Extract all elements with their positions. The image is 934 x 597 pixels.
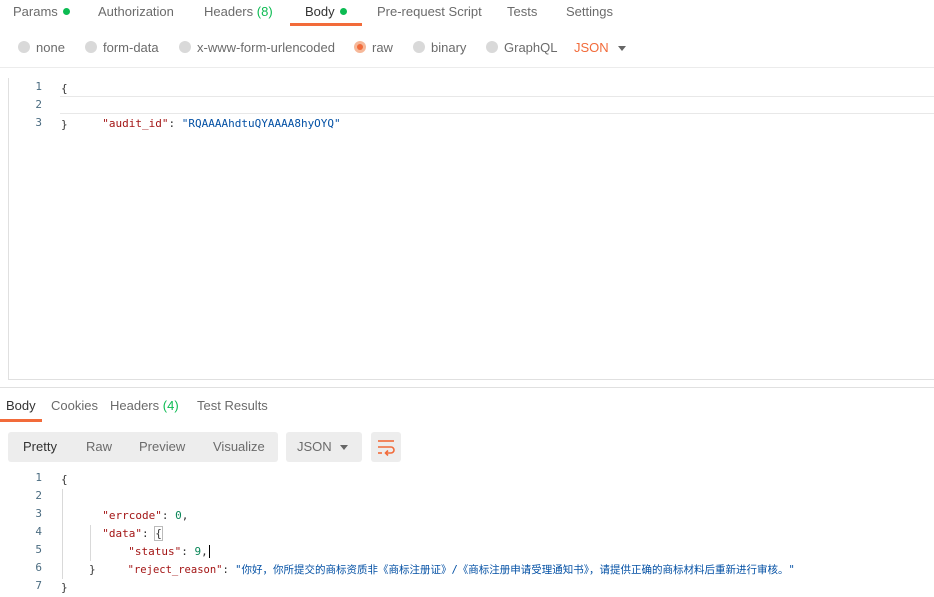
code-brace: } — [89, 563, 96, 576]
tab-cookies[interactable]: Cookies — [51, 398, 98, 413]
wrap-lines-icon — [378, 440, 395, 457]
tab-pre-request-script[interactable]: Pre-request Script — [377, 4, 482, 19]
line-number: 1 — [35, 471, 42, 484]
tab-response-body[interactable]: Body — [6, 398, 36, 413]
line-number: 1 — [35, 80, 42, 93]
radio-form-data-label: form-data — [103, 40, 159, 55]
tab-settings[interactable]: Settings — [566, 4, 613, 19]
tab-test-results[interactable]: Test Results — [197, 398, 268, 413]
radio-graphql-label: GraphQL — [504, 40, 558, 55]
tab-authorization[interactable]: Authorization — [98, 4, 174, 19]
code-line: "audit_id": "RQAAAAhdtuQYAAAA8hyOYQ" — [89, 97, 340, 130]
radio-raw-label: raw — [372, 40, 393, 55]
chevron-down-icon — [340, 445, 348, 450]
json-value: "RQAAAAhdtuQYAAAA8hyOYQ" — [181, 117, 341, 130]
response-headers-count: (4) — [162, 398, 179, 413]
tab-response-headers-label: Headers — [110, 398, 160, 413]
json-key: "audit_id" — [102, 117, 169, 130]
line-number: 4 — [35, 525, 42, 538]
view-pretty-button[interactable]: Pretty — [23, 439, 57, 454]
format-dropdown-label: JSON — [297, 439, 332, 454]
radio-form-data[interactable]: form-data — [85, 40, 159, 55]
json-key: "reject_reason" — [127, 564, 223, 576]
radio-circle-icon — [413, 41, 425, 53]
tab-tests[interactable]: Tests — [507, 4, 537, 19]
view-preview-button[interactable]: Preview — [139, 439, 185, 454]
line-number: 6 — [35, 561, 42, 574]
code-line: "reject_reason": "你好，你所提交的商标资质非《商标注册证》/《… — [127, 564, 795, 576]
divider — [0, 67, 934, 68]
radio-urlencoded-label: x-www-form-urlencoded — [197, 40, 335, 55]
tab-body[interactable]: Body — [305, 4, 347, 19]
radio-circle-icon — [486, 41, 498, 53]
request-tabs: Params Authorization Headers (8) Body Pr… — [0, 0, 934, 26]
view-visualize-button[interactable]: Visualize — [213, 439, 265, 454]
format-dropdown[interactable]: JSON — [286, 432, 362, 462]
json-colon: : — [168, 117, 182, 130]
tab-params[interactable]: Params — [13, 4, 70, 19]
code-brace: { — [61, 82, 68, 95]
radio-binary-label: binary — [431, 40, 467, 55]
radio-urlencoded[interactable]: x-www-form-urlencoded — [179, 40, 335, 55]
line-number: 3 — [35, 116, 42, 129]
tab-params-label: Params — [13, 4, 58, 19]
language-dropdown[interactable]: JSON — [574, 40, 609, 55]
json-number: 0 — [175, 509, 182, 522]
code-line: "errcode": 0, — [102, 509, 189, 522]
code-brace: } — [61, 118, 68, 131]
code-line: "status": 9, — [128, 545, 210, 558]
view-raw-button[interactable]: Raw — [86, 439, 112, 454]
line-number: 3 — [35, 507, 42, 520]
headers-count: (8) — [256, 4, 273, 19]
chevron-down-icon[interactable] — [618, 46, 626, 51]
radio-binary[interactable]: binary — [413, 40, 466, 55]
tab-headers-label: Headers — [204, 4, 254, 19]
radio-raw[interactable]: raw — [354, 40, 393, 55]
line-number: 2 — [35, 98, 42, 111]
json-string: "你好，你所提交的商标资质非《商标注册证》/《商标注册申请受理通知书》，请提供正… — [235, 564, 795, 576]
radio-circle-icon — [85, 41, 97, 53]
view-mode-bar: Pretty Raw Preview Visualize — [8, 432, 278, 462]
response-tabs: Body Cookies Headers (4) Test Results — [0, 396, 934, 420]
pane-splitter[interactable] — [0, 387, 934, 388]
radio-none-label: none — [36, 40, 65, 55]
tab-response-headers[interactable]: Headers (4) — [110, 398, 179, 413]
wrap-lines-button[interactable] — [371, 432, 401, 462]
code-brace: } — [61, 581, 68, 594]
body-indicator-dot — [339, 8, 347, 15]
body-type-selector: none form-data x-www-form-urlencoded raw… — [0, 36, 934, 60]
active-tab-underline — [290, 23, 362, 26]
code-line: "data": { — [102, 526, 163, 541]
line-number: 2 — [35, 489, 42, 502]
radio-circle-icon — [179, 41, 191, 53]
tab-body-label: Body — [305, 4, 335, 19]
line-number: 5 — [35, 543, 42, 556]
params-indicator-dot — [62, 8, 70, 15]
indent-guide — [62, 489, 63, 579]
active-response-tab-underline — [0, 419, 42, 422]
tab-headers[interactable]: Headers (8) — [204, 4, 273, 19]
radio-circle-icon — [18, 41, 30, 53]
code-brace: { — [61, 473, 68, 486]
line-number: 7 — [35, 579, 42, 592]
radio-none[interactable]: none — [18, 40, 65, 55]
radio-selected-icon — [354, 41, 366, 53]
radio-graphql[interactable]: GraphQL — [486, 40, 557, 55]
